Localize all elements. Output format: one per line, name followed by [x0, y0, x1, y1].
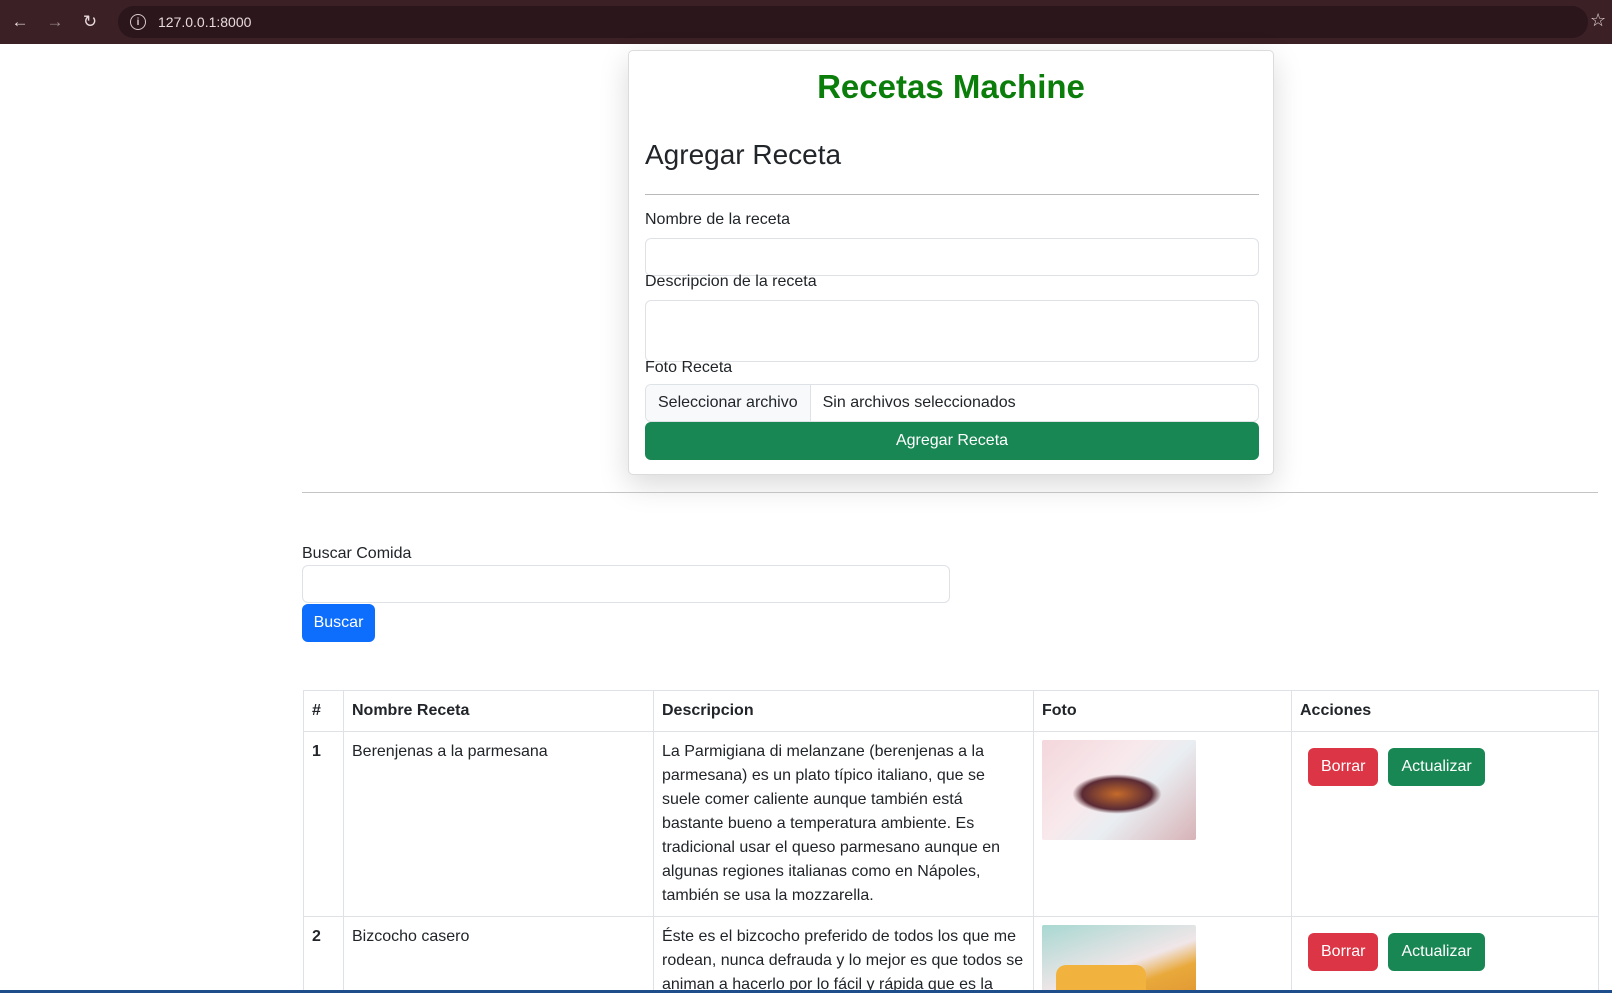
table-row: 2 Bizcocho casero Éste es el bizcocho pr… [303, 916, 1599, 993]
table-header-row: # Nombre Receta Descripcion Foto Accione… [303, 690, 1599, 732]
recipe-description-textarea[interactable] [645, 300, 1259, 362]
form-heading: Agregar Receta [645, 139, 842, 170]
delete-button[interactable]: Borrar [1308, 748, 1379, 786]
app-title: Recetas Machine [817, 68, 1085, 105]
row-description: Éste es el bizcocho preferido de todos l… [653, 916, 1034, 993]
row-number: 2 [303, 916, 344, 993]
recipe-photo-label: Foto Receta [645, 359, 733, 376]
search-label: Buscar Comida [302, 545, 412, 562]
recipe-photo [1042, 925, 1196, 993]
url-text: 127.0.0.1:8000 [158, 14, 252, 30]
choose-file-button[interactable]: Seleccionar archivo [646, 385, 811, 421]
back-arrow-icon[interactable]: ← [9, 11, 31, 33]
site-info-icon[interactable]: i [130, 14, 146, 30]
row-description: La Parmigiana di melanzane (berenjenas a… [653, 731, 1034, 917]
row-number: 1 [303, 731, 344, 917]
row-recipe-name: Berenjenas a la parmesana [343, 731, 654, 917]
search-button[interactable]: Buscar [302, 604, 375, 642]
header-description: Descripcion [653, 690, 1034, 732]
row-recipe-name: Bizcocho casero [343, 916, 654, 993]
table-row: 1 Berenjenas a la parmesana La Parmigian… [303, 731, 1599, 917]
row-actions: Borrar Actualizar [1291, 731, 1599, 917]
add-recipe-button[interactable]: Agregar Receta [645, 422, 1259, 460]
row-photo-cell [1033, 731, 1292, 917]
reload-icon[interactable]: ↻ [79, 11, 101, 33]
recipe-name-label: Nombre de la receta [645, 211, 790, 228]
recipes-table: # Nombre Receta Descripcion Foto Accione… [303, 690, 1599, 993]
file-status-text: Sin archivos seleccionados [822, 394, 1016, 411]
recipe-description-label: Descripcion de la receta [645, 273, 817, 290]
address-bar[interactable]: i 127.0.0.1:8000 [118, 6, 1588, 38]
add-recipe-card: Recetas Machine Agregar Receta Nombre de… [628, 50, 1274, 475]
row-actions: Borrar Actualizar [1291, 916, 1599, 993]
forward-arrow-icon[interactable]: → [44, 11, 66, 33]
update-button[interactable]: Actualizar [1388, 748, 1485, 786]
header-number: # [303, 690, 344, 732]
header-photo: Foto [1033, 690, 1292, 732]
update-button[interactable]: Actualizar [1388, 933, 1485, 971]
form-divider [645, 194, 1259, 195]
header-recipe-name: Nombre Receta [343, 690, 654, 732]
delete-button[interactable]: Borrar [1308, 933, 1379, 971]
recipe-name-input[interactable] [645, 238, 1259, 276]
search-input[interactable] [302, 565, 950, 603]
page-divider [302, 492, 1598, 493]
bookmark-star-icon[interactable]: ☆ [1590, 10, 1606, 31]
recipe-photo [1042, 740, 1196, 840]
browser-toolbar: ← → ↻ i 127.0.0.1:8000 ☆ [0, 0, 1612, 44]
header-actions: Acciones [1291, 690, 1599, 732]
row-photo-cell [1033, 916, 1292, 993]
recipe-photo-file-input[interactable]: Seleccionar archivo Sin archivos selecci… [645, 384, 1259, 422]
